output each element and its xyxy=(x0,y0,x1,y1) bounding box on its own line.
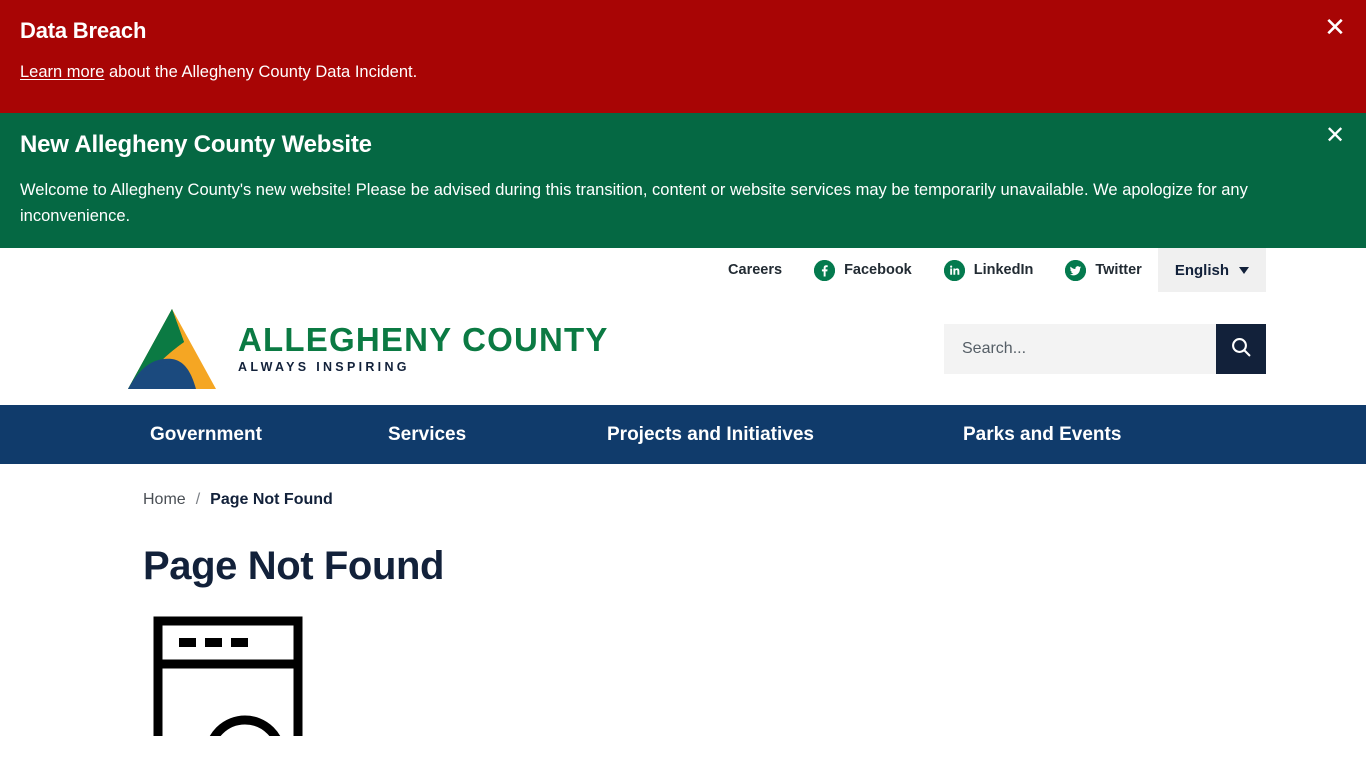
twitter-icon xyxy=(1065,259,1087,281)
page-title: Page Not Found xyxy=(143,544,445,588)
twitter-label: Twitter xyxy=(1095,262,1142,278)
wordmark: ALLEGHENY COUNTY ALWAYS INSPIRING xyxy=(238,323,609,374)
careers-link[interactable]: Careers xyxy=(712,248,798,292)
breadcrumb-separator: / xyxy=(195,491,201,508)
language-label: English xyxy=(1174,261,1229,279)
site-logo-link[interactable]: ALLEGHENY COUNTY ALWAYS INSPIRING xyxy=(126,305,609,393)
utility-bar: Careers Facebook LinkedIn Twitter Englis… xyxy=(0,248,1366,292)
linkedin-link[interactable]: LinkedIn xyxy=(928,248,1050,292)
search-button[interactable] xyxy=(1216,323,1266,374)
nav-item-government[interactable]: Government xyxy=(150,424,388,446)
main-navigation: Government Services Projects and Initiat… xyxy=(0,405,1366,464)
close-icon[interactable]: ✕ xyxy=(1318,119,1352,153)
facebook-link[interactable]: Facebook xyxy=(798,248,928,292)
nav-item-projects-and-initiatives[interactable]: Projects and Initiatives xyxy=(607,424,963,446)
breadcrumb-current: Page Not Found xyxy=(210,491,333,508)
alert-title: New Allegheny County Website xyxy=(20,131,372,158)
site-header: ALLEGHENY COUNTY ALWAYS INSPIRING xyxy=(0,292,1366,405)
search-input[interactable] xyxy=(944,323,1216,374)
site-search xyxy=(944,323,1266,374)
utility-links: Careers Facebook LinkedIn Twitter Englis… xyxy=(712,248,1266,292)
alert-banner-new-website: New Allegheny County Website Welcome to … xyxy=(0,113,1366,248)
twitter-link[interactable]: Twitter xyxy=(1049,248,1157,292)
browser-error-icon xyxy=(153,616,1366,768)
close-icon[interactable]: ✕ xyxy=(1318,10,1352,44)
alert-title: Data Breach xyxy=(20,18,147,43)
alert-learn-more-link[interactable]: Learn more xyxy=(20,63,104,81)
main-content: Home / Page Not Found Page Not Found xyxy=(0,464,1366,768)
alert-message-text: about the Allegheny County Data Incident… xyxy=(104,63,418,82)
facebook-icon xyxy=(814,259,836,281)
breadcrumb: Home / Page Not Found xyxy=(143,464,1366,509)
allegheny-county-logo-icon xyxy=(128,308,216,389)
linkedin-icon xyxy=(943,259,965,281)
breadcrumb-home[interactable]: Home xyxy=(143,491,186,509)
alert-message: Welcome to Allegheny County's new websit… xyxy=(20,180,1248,226)
nav-item-parks-and-events[interactable]: Parks and Events xyxy=(963,424,1121,446)
careers-label: Careers xyxy=(728,262,783,278)
language-selector[interactable]: English xyxy=(1157,248,1266,292)
nav-item-services[interactable]: Services xyxy=(388,424,607,446)
alert-message: Learn more about the Allegheny County Da… xyxy=(20,59,1306,86)
alert-banner-data-breach: Data Breach Learn more about the Alleghe… xyxy=(0,0,1366,113)
facebook-label: Facebook xyxy=(844,262,912,278)
wordmark-main: ALLEGHENY COUNTY xyxy=(238,321,609,359)
wordmark-tagline: ALWAYS INSPIRING xyxy=(238,360,410,375)
chevron-down-icon xyxy=(1239,266,1249,274)
search-icon xyxy=(1229,335,1253,362)
linkedin-label: LinkedIn xyxy=(973,262,1034,278)
